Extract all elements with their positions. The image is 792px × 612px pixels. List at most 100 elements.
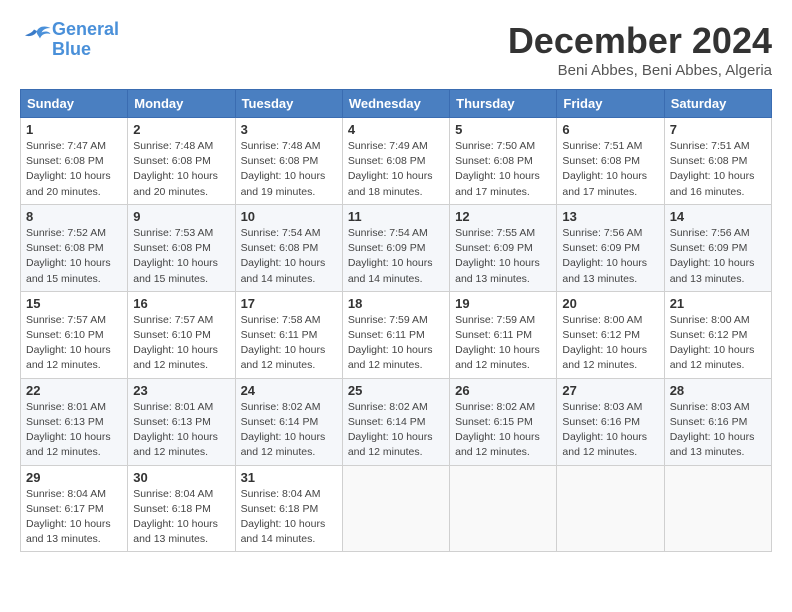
day-number: 1 (26, 122, 122, 137)
day-number: 3 (241, 122, 337, 137)
calendar-cell: 25 Sunrise: 8:02 AM Sunset: 6:14 PM Dayl… (342, 378, 449, 465)
day-info: Sunrise: 8:00 AM Sunset: 6:12 PM Dayligh… (562, 313, 658, 374)
calendar-cell: 26 Sunrise: 8:02 AM Sunset: 6:15 PM Dayl… (450, 378, 557, 465)
logo-text: General Blue (52, 20, 119, 60)
day-number: 19 (455, 296, 551, 311)
day-number: 25 (348, 383, 444, 398)
day-info: Sunrise: 8:03 AM Sunset: 6:16 PM Dayligh… (670, 400, 766, 461)
calendar-cell: 4 Sunrise: 7:49 AM Sunset: 6:08 PM Dayli… (342, 118, 449, 205)
day-number: 12 (455, 209, 551, 224)
day-info: Sunrise: 7:48 AM Sunset: 6:08 PM Dayligh… (133, 139, 229, 200)
day-number: 18 (348, 296, 444, 311)
day-number: 15 (26, 296, 122, 311)
day-info: Sunrise: 7:48 AM Sunset: 6:08 PM Dayligh… (241, 139, 337, 200)
page-header: General Blue December 2024 Beni Abbes, B… (20, 20, 772, 79)
month-title: December 2024 (508, 20, 772, 62)
calendar-cell: 23 Sunrise: 8:01 AM Sunset: 6:13 PM Dayl… (128, 378, 235, 465)
calendar-week-row: 1 Sunrise: 7:47 AM Sunset: 6:08 PM Dayli… (21, 118, 772, 205)
day-info: Sunrise: 7:53 AM Sunset: 6:08 PM Dayligh… (133, 226, 229, 287)
calendar-cell: 30 Sunrise: 8:04 AM Sunset: 6:18 PM Dayl… (128, 465, 235, 552)
day-info: Sunrise: 7:52 AM Sunset: 6:08 PM Dayligh… (26, 226, 122, 287)
day-info: Sunrise: 7:54 AM Sunset: 6:08 PM Dayligh… (241, 226, 337, 287)
day-number: 8 (26, 209, 122, 224)
logo: General Blue (20, 20, 119, 60)
calendar-cell: 31 Sunrise: 8:04 AM Sunset: 6:18 PM Dayl… (235, 465, 342, 552)
day-info: Sunrise: 8:02 AM Sunset: 6:15 PM Dayligh… (455, 400, 551, 461)
day-number: 28 (670, 383, 766, 398)
calendar-cell (557, 465, 664, 552)
calendar-cell: 24 Sunrise: 8:02 AM Sunset: 6:14 PM Dayl… (235, 378, 342, 465)
calendar-cell (342, 465, 449, 552)
day-info: Sunrise: 8:02 AM Sunset: 6:14 PM Dayligh… (241, 400, 337, 461)
day-number: 14 (670, 209, 766, 224)
calendar-cell: 10 Sunrise: 7:54 AM Sunset: 6:08 PM Dayl… (235, 204, 342, 291)
calendar-cell: 11 Sunrise: 7:54 AM Sunset: 6:09 PM Dayl… (342, 204, 449, 291)
day-number: 17 (241, 296, 337, 311)
day-info: Sunrise: 8:04 AM Sunset: 6:17 PM Dayligh… (26, 487, 122, 548)
calendar-week-row: 29 Sunrise: 8:04 AM Sunset: 6:17 PM Dayl… (21, 465, 772, 552)
day-info: Sunrise: 8:02 AM Sunset: 6:14 PM Dayligh… (348, 400, 444, 461)
day-number: 5 (455, 122, 551, 137)
calendar-cell: 28 Sunrise: 8:03 AM Sunset: 6:16 PM Dayl… (664, 378, 771, 465)
day-info: Sunrise: 8:04 AM Sunset: 6:18 PM Dayligh… (241, 487, 337, 548)
day-info: Sunrise: 8:03 AM Sunset: 6:16 PM Dayligh… (562, 400, 658, 461)
calendar-table: SundayMondayTuesdayWednesdayThursdayFrid… (20, 89, 772, 552)
calendar-cell: 12 Sunrise: 7:55 AM Sunset: 6:09 PM Dayl… (450, 204, 557, 291)
calendar-cell: 3 Sunrise: 7:48 AM Sunset: 6:08 PM Dayli… (235, 118, 342, 205)
day-number: 29 (26, 470, 122, 485)
calendar-week-row: 22 Sunrise: 8:01 AM Sunset: 6:13 PM Dayl… (21, 378, 772, 465)
calendar-cell: 8 Sunrise: 7:52 AM Sunset: 6:08 PM Dayli… (21, 204, 128, 291)
day-info: Sunrise: 7:51 AM Sunset: 6:08 PM Dayligh… (670, 139, 766, 200)
day-number: 4 (348, 122, 444, 137)
calendar-day-header: Wednesday (342, 90, 449, 118)
day-info: Sunrise: 7:54 AM Sunset: 6:09 PM Dayligh… (348, 226, 444, 287)
day-number: 27 (562, 383, 658, 398)
calendar-cell: 1 Sunrise: 7:47 AM Sunset: 6:08 PM Dayli… (21, 118, 128, 205)
day-number: 20 (562, 296, 658, 311)
logo-bird-icon (22, 25, 52, 49)
calendar-cell: 13 Sunrise: 7:56 AM Sunset: 6:09 PM Dayl… (557, 204, 664, 291)
title-block: December 2024 Beni Abbes, Beni Abbes, Al… (508, 20, 772, 79)
calendar-cell: 15 Sunrise: 7:57 AM Sunset: 6:10 PM Dayl… (21, 291, 128, 378)
calendar-cell: 5 Sunrise: 7:50 AM Sunset: 6:08 PM Dayli… (450, 118, 557, 205)
calendar-cell: 14 Sunrise: 7:56 AM Sunset: 6:09 PM Dayl… (664, 204, 771, 291)
calendar-header-row: SundayMondayTuesdayWednesdayThursdayFrid… (21, 90, 772, 118)
day-info: Sunrise: 8:01 AM Sunset: 6:13 PM Dayligh… (133, 400, 229, 461)
day-number: 30 (133, 470, 229, 485)
day-number: 22 (26, 383, 122, 398)
day-number: 7 (670, 122, 766, 137)
calendar-cell: 17 Sunrise: 7:58 AM Sunset: 6:11 PM Dayl… (235, 291, 342, 378)
calendar-cell: 19 Sunrise: 7:59 AM Sunset: 6:11 PM Dayl… (450, 291, 557, 378)
calendar-cell: 2 Sunrise: 7:48 AM Sunset: 6:08 PM Dayli… (128, 118, 235, 205)
day-info: Sunrise: 7:59 AM Sunset: 6:11 PM Dayligh… (455, 313, 551, 374)
calendar-cell (450, 465, 557, 552)
day-number: 6 (562, 122, 658, 137)
calendar-cell: 21 Sunrise: 8:00 AM Sunset: 6:12 PM Dayl… (664, 291, 771, 378)
day-info: Sunrise: 7:57 AM Sunset: 6:10 PM Dayligh… (133, 313, 229, 374)
calendar-day-header: Sunday (21, 90, 128, 118)
day-info: Sunrise: 8:04 AM Sunset: 6:18 PM Dayligh… (133, 487, 229, 548)
day-number: 26 (455, 383, 551, 398)
day-number: 21 (670, 296, 766, 311)
calendar-cell: 6 Sunrise: 7:51 AM Sunset: 6:08 PM Dayli… (557, 118, 664, 205)
day-info: Sunrise: 7:56 AM Sunset: 6:09 PM Dayligh… (562, 226, 658, 287)
day-info: Sunrise: 8:00 AM Sunset: 6:12 PM Dayligh… (670, 313, 766, 374)
day-number: 16 (133, 296, 229, 311)
day-info: Sunrise: 7:57 AM Sunset: 6:10 PM Dayligh… (26, 313, 122, 374)
day-number: 11 (348, 209, 444, 224)
calendar-cell: 16 Sunrise: 7:57 AM Sunset: 6:10 PM Dayl… (128, 291, 235, 378)
day-info: Sunrise: 7:55 AM Sunset: 6:09 PM Dayligh… (455, 226, 551, 287)
calendar-day-header: Thursday (450, 90, 557, 118)
calendar-day-header: Monday (128, 90, 235, 118)
location-subtitle: Beni Abbes, Beni Abbes, Algeria (508, 62, 772, 79)
day-info: Sunrise: 7:51 AM Sunset: 6:08 PM Dayligh… (562, 139, 658, 200)
day-info: Sunrise: 7:59 AM Sunset: 6:11 PM Dayligh… (348, 313, 444, 374)
day-number: 31 (241, 470, 337, 485)
day-number: 13 (562, 209, 658, 224)
day-info: Sunrise: 7:50 AM Sunset: 6:08 PM Dayligh… (455, 139, 551, 200)
calendar-cell: 27 Sunrise: 8:03 AM Sunset: 6:16 PM Dayl… (557, 378, 664, 465)
day-info: Sunrise: 7:47 AM Sunset: 6:08 PM Dayligh… (26, 139, 122, 200)
day-info: Sunrise: 7:58 AM Sunset: 6:11 PM Dayligh… (241, 313, 337, 374)
calendar-day-header: Friday (557, 90, 664, 118)
day-number: 10 (241, 209, 337, 224)
